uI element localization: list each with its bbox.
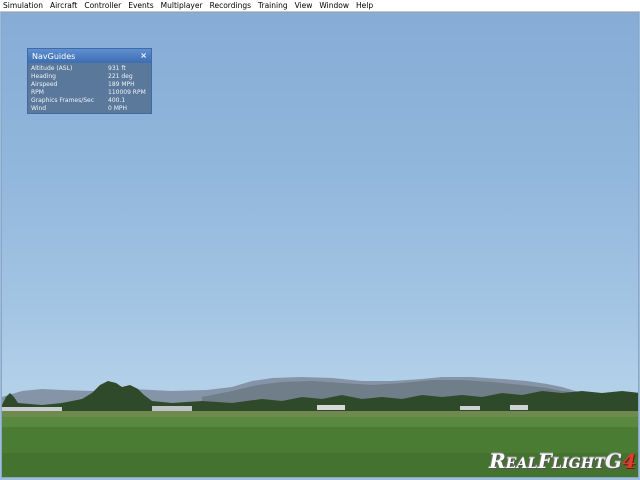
nav-guides-panel[interactable]: NavGuides × Altitude (ASL) 931 ft Headin… xyxy=(27,48,152,114)
logo-four: 4 xyxy=(622,449,636,473)
logo-letter: R xyxy=(489,449,506,473)
hangar xyxy=(317,405,345,410)
realflight-g4-logo: REALFLIGHTG4 xyxy=(489,449,636,473)
readout-label: Heading xyxy=(31,73,56,80)
close-icon[interactable]: × xyxy=(140,52,147,60)
readout-value: 931 ft xyxy=(108,65,126,72)
hangar xyxy=(152,406,192,411)
menu-simulation[interactable]: Simulation xyxy=(3,0,47,11)
nav-guides-titlebar[interactable]: NavGuides × xyxy=(28,49,151,63)
menu-bar: Simulation Aircraft Controller Events Mu… xyxy=(0,0,640,12)
hangar xyxy=(460,406,480,410)
menu-view[interactable]: View xyxy=(295,0,317,11)
grass-field-highlight xyxy=(2,417,638,427)
readout-value: 110009 RPM xyxy=(108,89,146,96)
readout-value: 189 MPH xyxy=(108,81,135,88)
menu-training[interactable]: Training xyxy=(258,0,292,11)
menu-aircraft[interactable]: Aircraft xyxy=(50,0,81,11)
readout-row-heading: Heading 221 deg xyxy=(31,73,148,81)
menu-window[interactable]: Window xyxy=(319,0,353,11)
readout-label: Graphics Frames/Sec xyxy=(31,97,95,104)
readout-label: Airspeed xyxy=(31,81,58,88)
nav-guides-readouts: Altitude (ASL) 931 ft Heading 221 deg Ai… xyxy=(28,63,151,113)
menu-recordings[interactable]: Recordings xyxy=(210,0,255,11)
readout-row-airspeed: Airspeed 189 MPH xyxy=(31,81,148,89)
readout-row-wind: Wind 0 MPH xyxy=(31,105,148,113)
readout-label: RPM xyxy=(31,89,44,96)
menu-events[interactable]: Events xyxy=(128,0,157,11)
logo-letters: LIGHT xyxy=(551,456,605,472)
nav-guides-title: NavGuides xyxy=(32,51,76,61)
menu-multiplayer[interactable]: Multiplayer xyxy=(161,0,207,11)
logo-letter: F xyxy=(537,449,552,473)
readout-value: 400.1 xyxy=(108,97,126,104)
hangar xyxy=(510,405,528,410)
menu-controller[interactable]: Controller xyxy=(84,0,125,11)
menu-help[interactable]: Help xyxy=(356,0,377,11)
readout-value: 221 deg xyxy=(108,73,133,80)
logo-letters: EAL xyxy=(505,456,538,472)
readout-label: Altitude (ASL) xyxy=(31,65,73,72)
simulator-viewport[interactable]: NavGuides × Altitude (ASL) 931 ft Headin… xyxy=(1,12,639,478)
readout-label: Wind xyxy=(31,105,47,112)
readout-row-rpm: RPM 110009 RPM xyxy=(31,89,148,97)
logo-g: G xyxy=(604,449,623,473)
readout-row-altitude: Altitude (ASL) 931 ft xyxy=(31,65,148,73)
readout-value: 0 MPH xyxy=(108,105,128,112)
readout-row-fps: Graphics Frames/Sec 400.1 xyxy=(31,97,148,105)
